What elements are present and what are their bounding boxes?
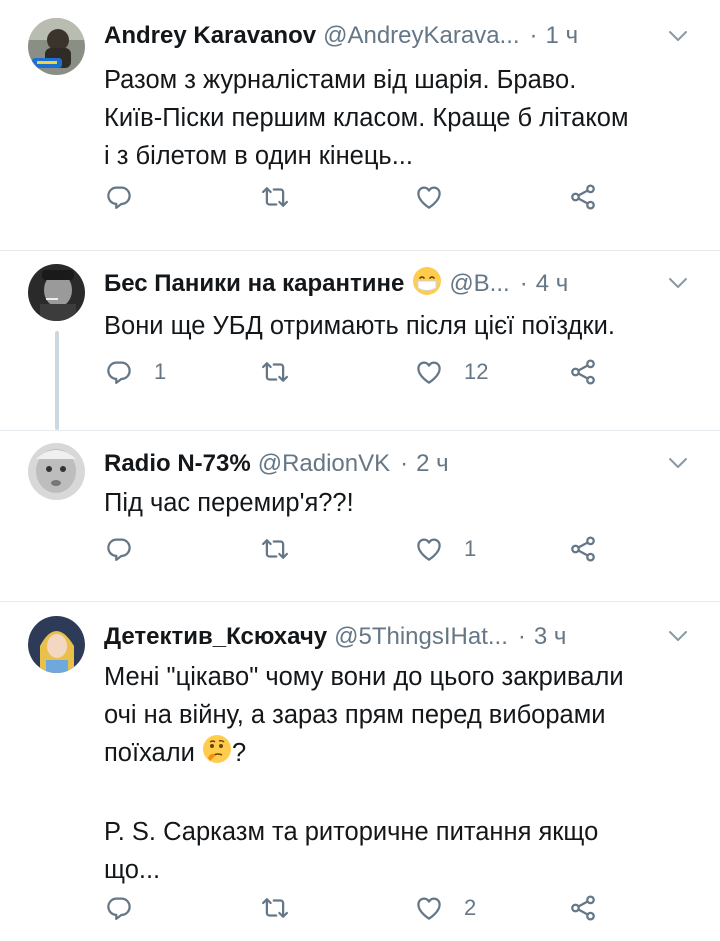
timestamp[interactable]: 2 ч — [416, 450, 449, 478]
user-handle[interactable]: @B... — [449, 270, 509, 298]
tweet-actions: 1 12 — [0, 357, 720, 397]
retweet-icon — [260, 357, 290, 387]
like-count: 1 — [464, 536, 477, 561]
display-name[interactable]: Andrey Karavanov — [104, 22, 316, 50]
avatar[interactable] — [28, 616, 85, 673]
tweet-header: Andrey Karavanov @AndreyKarava... · 1 ч — [104, 18, 650, 54]
text-fragment: поїхали — [104, 739, 202, 768]
user-handle[interactable]: @5ThingsIHat... — [334, 623, 508, 651]
retweet-button[interactable] — [260, 893, 310, 923]
thinking-face-emoji — [202, 734, 232, 775]
like-button[interactable]: 12 — [414, 357, 488, 387]
timestamp[interactable]: 1 ч — [546, 22, 579, 50]
tweet-text: Мені "цікаво" чому вони до цього закрива… — [104, 658, 700, 889]
share-button[interactable] — [568, 182, 598, 212]
text-fragment: ? — [231, 739, 247, 768]
reply-button[interactable] — [104, 893, 154, 923]
tweet-header: Radio N-73% @RadionVK · 2 ч — [104, 446, 650, 482]
heart-icon — [414, 534, 444, 564]
avatar[interactable] — [28, 18, 85, 75]
like-button[interactable]: 1 — [414, 534, 476, 564]
face-with-medical-mask-emoji — [412, 266, 442, 303]
text-line: P. S. Сарказм та риторичне питання якщо — [104, 818, 599, 846]
reply-count: 1 — [154, 359, 167, 384]
tweet-text: Вони ще УБД отримають після цієї поїздки… — [104, 312, 615, 340]
reply-button[interactable] — [104, 534, 154, 564]
like-count: 2 — [464, 895, 477, 920]
retweet-button[interactable] — [260, 534, 310, 564]
share-icon — [568, 357, 598, 387]
reply-icon — [104, 357, 134, 387]
tweet-header: Детектив_Ксюхачу @5ThingsIHat... · 3 ч — [104, 619, 650, 655]
tweet-1[interactable]: Andrey Karavanov @AndreyKarava... · 1 ч … — [0, 0, 720, 250]
share-button[interactable] — [568, 534, 598, 564]
text-line: Мені "цікаво" чому вони до цього закрива… — [104, 663, 624, 691]
tweet-actions — [0, 182, 720, 222]
retweet-icon — [260, 893, 290, 923]
chevron-down-icon[interactable] — [666, 271, 690, 295]
reply-icon — [104, 534, 134, 564]
like-button[interactable]: 2 — [414, 893, 476, 923]
tweet-actions: 2 — [0, 893, 720, 933]
tweet-text: Під час перемир'я??! — [104, 489, 354, 517]
avatar[interactable] — [28, 443, 85, 500]
retweet-icon — [260, 534, 290, 564]
heart-icon — [414, 357, 444, 387]
reply-button[interactable] — [104, 182, 154, 212]
timestamp[interactable]: 3 ч — [534, 623, 567, 651]
tweet-2[interactable]: Бес Паники на карантине @B... · 4 ч Вони… — [0, 251, 720, 430]
tweet-actions: 1 — [0, 534, 720, 574]
chevron-down-icon[interactable] — [666, 624, 690, 648]
display-name[interactable]: Бес Паники на карантине — [104, 270, 404, 298]
avatar[interactable] — [28, 264, 85, 321]
share-icon — [568, 534, 598, 564]
reply-button[interactable]: 1 — [104, 357, 166, 387]
text-line: поїхали ? — [104, 734, 700, 775]
user-handle[interactable]: @RadionVK — [258, 450, 390, 478]
display-name[interactable]: Radio N-73% — [104, 450, 251, 478]
reply-icon — [104, 182, 134, 212]
timestamp[interactable]: 4 ч — [536, 270, 569, 298]
share-icon — [568, 893, 598, 923]
share-button[interactable] — [568, 357, 598, 387]
heart-icon — [414, 182, 444, 212]
share-icon — [568, 182, 598, 212]
tweet-3[interactable]: Radio N-73% @RadionVK · 2 ч Під час пере… — [0, 431, 720, 601]
chevron-down-icon[interactable] — [666, 451, 690, 475]
retweet-button[interactable] — [260, 357, 310, 387]
text-line: що... — [104, 856, 161, 884]
retweet-button[interactable] — [260, 182, 310, 212]
share-button[interactable] — [568, 893, 598, 923]
chevron-down-icon[interactable] — [666, 24, 690, 48]
separator-dot: · — [529, 22, 538, 49]
like-count: 12 — [464, 359, 489, 384]
text-line: очі на війну, а зараз прям перед виборам… — [104, 701, 606, 729]
retweet-icon — [260, 182, 290, 212]
separator-dot: · — [517, 623, 526, 650]
tweet-text: Разом з журналістами від шарія. Браво. К… — [104, 66, 629, 170]
reply-icon — [104, 893, 134, 923]
tweet-4[interactable]: Детектив_Ксюхачу @5ThingsIHat... · 3 ч М… — [0, 602, 720, 941]
user-handle[interactable]: @AndreyKarava... — [323, 22, 519, 50]
separator-dot: · — [519, 270, 528, 297]
like-button[interactable] — [414, 182, 464, 212]
display-name[interactable]: Детектив_Ксюхачу — [104, 623, 327, 651]
heart-icon — [414, 893, 444, 923]
tweet-header: Бес Паники на карантине @B... · 4 ч — [104, 266, 650, 302]
separator-dot: · — [400, 450, 409, 477]
